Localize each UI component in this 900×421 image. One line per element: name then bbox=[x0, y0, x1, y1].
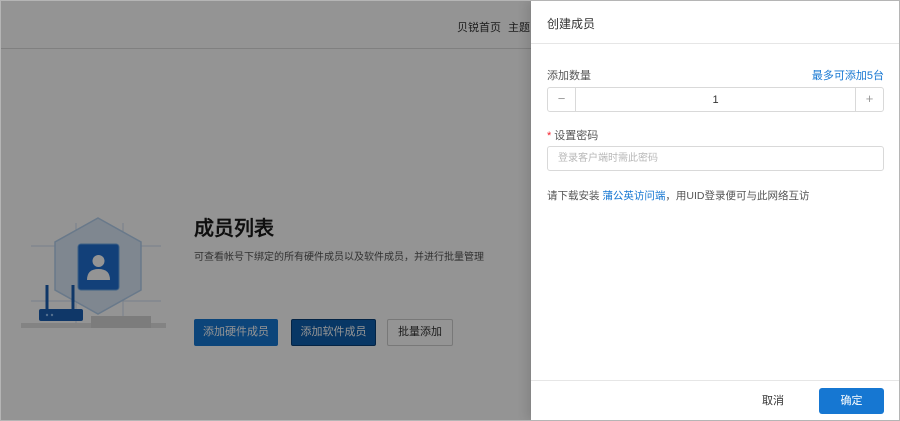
download-client-link[interactable]: 蒲公英访问端 bbox=[602, 190, 665, 202]
required-mark: * bbox=[547, 130, 552, 142]
download-help-text: 请下载安装 蒲公英访问端，用UID登录便可与此网络互访 bbox=[547, 188, 810, 203]
drawer-footer: 取消 确定 bbox=[531, 380, 899, 420]
password-input[interactable] bbox=[547, 146, 884, 171]
password-label-text: 设置密码 bbox=[554, 130, 599, 142]
app-screen: 贝锐首页 主题 成员列表 可查看帐号下绑定的所有硬件成员以及软件成员，并进行批量… bbox=[0, 0, 900, 421]
drawer-header: 创建成员 bbox=[531, 1, 899, 44]
create-member-drawer: 创建成员 添加数量 最多可添加5台 − + *设置密码 请下载安装 蒲公英访问端… bbox=[531, 1, 899, 420]
password-label: * 设置密码 bbox=[547, 127, 598, 143]
quantity-limit-text: 最多可添加5台 bbox=[811, 70, 884, 82]
help-prefix: 请下载安装 bbox=[547, 190, 603, 202]
cancel-button[interactable]: 取消 bbox=[753, 388, 793, 414]
drawer-title: 创建成员 bbox=[547, 17, 596, 31]
confirm-button[interactable]: 确定 bbox=[819, 388, 884, 414]
quantity-input[interactable] bbox=[576, 88, 855, 111]
increment-icon[interactable]: + bbox=[855, 88, 883, 111]
decrement-icon[interactable]: − bbox=[548, 88, 576, 111]
quantity-label: 添加数量 bbox=[547, 70, 591, 82]
quantity-stepper: − + bbox=[547, 87, 884, 112]
help-suffix: ，用UID登录便可与此网络互访 bbox=[665, 190, 810, 202]
